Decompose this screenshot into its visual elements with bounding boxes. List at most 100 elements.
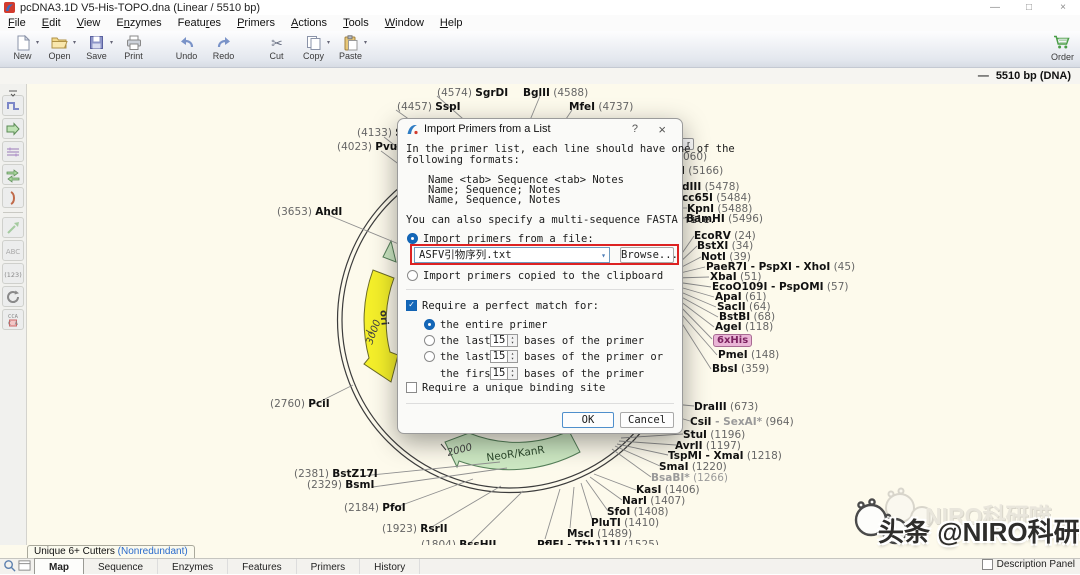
last-or-spinner-arrows[interactable]: ▴▾ [508, 350, 518, 363]
new-dropdown-icon[interactable]: ▾ [36, 39, 39, 46]
menu-file[interactable]: File [0, 17, 34, 29]
last-or-spinner[interactable]: 15 [490, 350, 508, 363]
order-button[interactable]: Order [1051, 34, 1074, 62]
cancel-button[interactable]: Cancel [620, 412, 674, 428]
tab-features[interactable]: Features [228, 559, 296, 574]
enzyme-label-pflfi-tth111i[interactable]: PflFI - Tth111I (1525) [537, 540, 659, 545]
enzyme-display-tool[interactable] [2, 141, 24, 162]
description-panel-toggle[interactable]: Description Panel [982, 559, 1075, 570]
menu-edit[interactable]: Edit [34, 17, 69, 29]
last-bases-spinner[interactable]: 15 [490, 334, 508, 347]
import-from-clipboard-radio[interactable] [407, 270, 418, 281]
tab-enzymes[interactable]: Enzymes [158, 559, 228, 574]
last-or-first-radio[interactable] [424, 351, 435, 362]
first-bases-spinner-arrows[interactable]: ▴▾ [508, 367, 518, 380]
menu-actions[interactable]: Actions [283, 17, 335, 29]
menu-tools[interactable]: Tools [335, 17, 377, 29]
last-bases-spinner-arrows[interactable]: ▴▾ [508, 334, 518, 347]
enzyme-label-agei[interactable]: AgeI (118) [715, 322, 773, 332]
enzyme-label-kasi[interactable]: KasI (1406) [636, 485, 700, 495]
unique-binding-checkbox[interactable] [406, 382, 417, 393]
enzyme-label-msci[interactable]: MscI (1489) [567, 529, 632, 539]
enzyme-label-pvui[interactable]: (4023) PvuI [337, 142, 401, 152]
enzyme-label-pfoi[interactable]: (2184) PfoI [344, 503, 406, 513]
paste-button[interactable]: Paste▾ [332, 33, 369, 61]
cut-button[interactable]: ✂Cut [258, 33, 295, 61]
copy-button[interactable]: Copy▾ [295, 33, 332, 61]
enzyme-label-sgrdi[interactable]: (4574) SgrDI [437, 88, 508, 98]
enzyme-label-rsrii[interactable]: (1923) RsrII [382, 524, 448, 534]
ok-button[interactable]: OK [562, 412, 614, 428]
menu-window[interactable]: Window [377, 17, 432, 29]
first-bases-spinner[interactable]: 15 [490, 367, 508, 380]
menu-enzymes[interactable]: Enzymes [108, 17, 169, 29]
collapse-handle[interactable] [0, 84, 26, 93]
paste-dropdown-icon[interactable]: ▾ [364, 39, 367, 46]
maximize-button[interactable]: □ [1012, 2, 1046, 13]
tab-history[interactable]: History [360, 559, 420, 574]
orf-bracket-tool[interactable] [2, 187, 24, 208]
import-from-file-radio[interactable] [407, 233, 418, 244]
enzyme-label-csii[interactable]: CsiI - SexAI* (964) [690, 417, 794, 427]
tab-primers[interactable]: Primers [297, 559, 360, 574]
print-button[interactable]: Print [115, 33, 152, 61]
save-button[interactable]: Save▾ [78, 33, 115, 61]
combo-dropdown-icon[interactable]: ▾ [601, 249, 606, 263]
enzyme-label-pluti[interactable]: PluTI (1410) [591, 518, 659, 528]
his-tag-badge[interactable]: 6xHis [713, 334, 752, 347]
close-button[interactable]: × [1046, 2, 1080, 13]
enzyme-label-avrii[interactable]: AvrII (1197) [675, 441, 741, 451]
copy-dropdown-icon[interactable]: ▾ [327, 39, 330, 46]
dialog-help-button[interactable]: ? [632, 123, 638, 135]
dialog-close-button[interactable]: × [658, 122, 666, 137]
panel-toggle-icon[interactable] [18, 559, 31, 575]
enzyme-label-bsabi-[interactable]: BsaBI* (1266) [651, 473, 728, 483]
tab-sequence[interactable]: Sequence [84, 559, 158, 574]
last-bases-radio[interactable] [424, 335, 435, 346]
circular-view-tool[interactable] [2, 286, 24, 307]
numbering-tool[interactable]: (123) [2, 263, 24, 284]
enzyme-label-stui[interactable]: StuI (1196) [683, 430, 745, 440]
enzyme-label-draiii[interactable]: DraIII (673) [694, 402, 758, 412]
nonredundant-link[interactable]: (Nonredundant) [118, 546, 188, 557]
enzyme-label-bbsi[interactable]: BbsI (359) [712, 364, 769, 374]
menu-help[interactable]: Help [432, 17, 471, 29]
perfect-match-checkbox[interactable]: ✓ [406, 300, 417, 311]
save-dropdown-icon[interactable]: ▾ [110, 39, 113, 46]
enzyme-label-sspi[interactable]: (4457) SspI [397, 102, 461, 112]
minimize-button[interactable]: — [978, 2, 1012, 13]
open-button[interactable]: Open▾ [41, 33, 78, 61]
annotate-arrow-tool[interactable] [2, 217, 24, 238]
aligned-sequences-tool[interactable] [2, 164, 24, 185]
primer-file-combobox[interactable]: ASFV引物序列.txt ▾ [414, 247, 610, 263]
enzyme-label-sfoi[interactable]: SfoI (1408) [607, 507, 669, 517]
menu-features[interactable]: Features [170, 17, 229, 29]
add-primer-tool[interactable] [2, 95, 24, 116]
enzyme-label-i[interactable]: I (5166) [681, 166, 723, 176]
zoom-out-control[interactable]: — [978, 70, 989, 82]
enzyme-label-bstxi[interactable]: BstXI (34) [697, 241, 753, 251]
open-dropdown-icon[interactable]: ▾ [73, 39, 76, 46]
search-icon[interactable] [3, 559, 16, 575]
enzyme-label-mfei[interactable]: MfeI (4737) [569, 102, 633, 112]
enzyme-set-indicator[interactable]: Unique 6+ Cutters (Nonredundant) [27, 545, 195, 559]
enzyme-label-diii[interactable]: dIII (5478) [682, 182, 740, 192]
description-panel-checkbox[interactable] [982, 559, 993, 570]
enzyme-label-cc65i[interactable]: cc65I (5484) [682, 193, 751, 203]
enzyme-label-ahdi[interactable]: (3653) AhdI [277, 207, 342, 217]
entire-primer-radio[interactable] [424, 319, 435, 330]
dialog-title-bar[interactable]: Import Primers from a List ? × [398, 119, 682, 139]
undo-button[interactable]: Undo [168, 33, 205, 61]
redo-button[interactable]: Redo [205, 33, 242, 61]
enzyme-label-smai[interactable]: SmaI (1220) [659, 462, 727, 472]
enzyme-label-bsshii[interactable]: (1804) BssHII [421, 540, 496, 545]
menu-primers[interactable]: Primers [229, 17, 283, 29]
browse-button[interactable]: Browse... [620, 247, 674, 263]
enzyme-label-nari[interactable]: NarI (1407) [622, 496, 685, 506]
tab-map[interactable]: Map [34, 558, 84, 574]
enzyme-label-pcii[interactable]: (2760) PciI [270, 399, 330, 409]
menu-view[interactable]: View [69, 17, 109, 29]
codon-tool[interactable]: CCAC A [2, 309, 24, 330]
add-feature-tool[interactable] [2, 118, 24, 139]
enzyme-label-bstz17i[interactable]: (2381) BstZ17I [294, 469, 378, 479]
